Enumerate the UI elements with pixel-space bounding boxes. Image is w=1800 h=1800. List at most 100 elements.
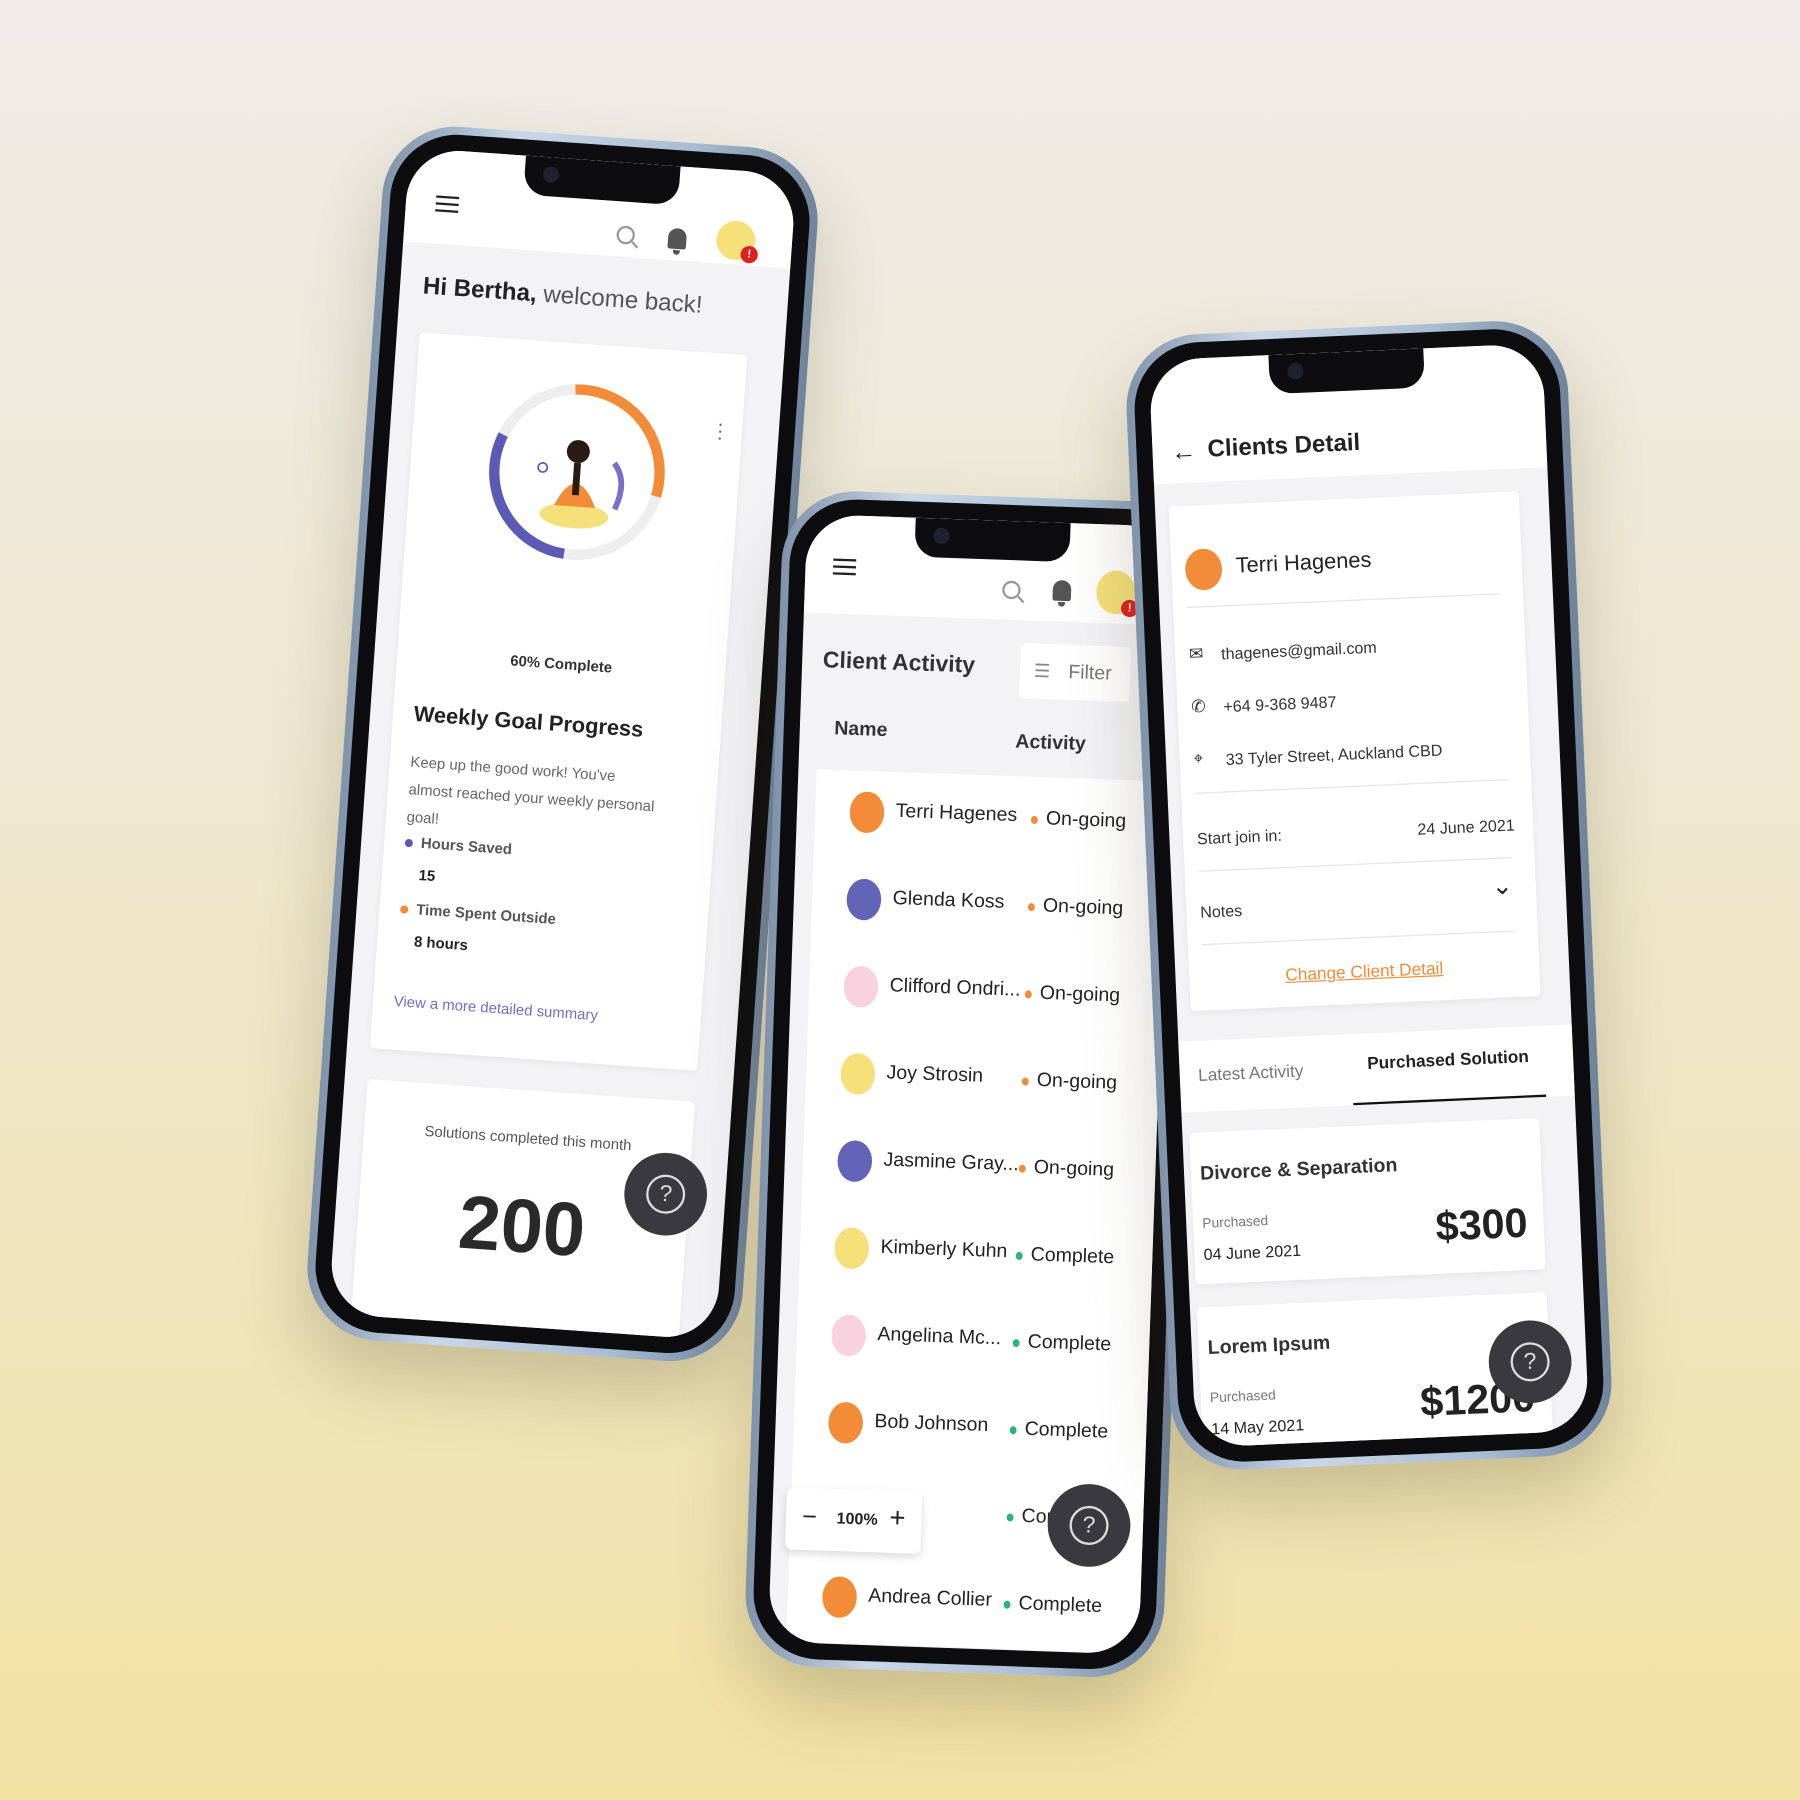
- status-label: Complete: [1030, 1243, 1115, 1268]
- filter-label: Filter: [1067, 660, 1113, 685]
- client-card: Terri Hagenes ✉ thagenes@gmail.com ✆ +64…: [1168, 491, 1541, 1012]
- client-row[interactable]: Terri Hagenes On-going: [813, 769, 1170, 869]
- status-dot: [1024, 990, 1032, 999]
- alert-badge: !: [740, 245, 759, 264]
- status-dot: [1012, 1338, 1020, 1348]
- bell-icon[interactable]: [667, 227, 688, 250]
- client-row[interactable]: Bob Johnson Complete: [792, 1379, 1148, 1480]
- client-avatar: [827, 1401, 864, 1444]
- weekly-goal-card: · · · 60% Complete Weekly Goal Progress Ke…: [369, 332, 748, 1071]
- avatar[interactable]: !: [1095, 569, 1139, 618]
- divider: [1198, 857, 1512, 872]
- notch: [1267, 348, 1425, 395]
- status-label: On-going: [1045, 807, 1127, 832]
- progress-donut: [489, 384, 665, 560]
- greeting-text: welcome back!: [535, 280, 704, 319]
- detail-screen: ← Clients Detail Terri Hagenes ✉ thagene…: [1148, 343, 1590, 1448]
- purchase-title: Divorce & Separation: [1199, 1153, 1398, 1185]
- search-icon[interactable]: [1001, 580, 1021, 600]
- status-label: Complete: [1027, 1330, 1112, 1356]
- client-name: Glenda Koss: [892, 886, 1005, 913]
- client-avatar: [849, 791, 885, 834]
- client-row[interactable]: Kimberly Kuhn Complete: [798, 1205, 1154, 1305]
- client-row[interactable]: Angelina Mc... Complete: [795, 1292, 1151, 1392]
- bezel: ! Client Activity ☰ Filter Name Activity…: [751, 497, 1195, 1672]
- tab-purchased-solution[interactable]: Purchased Solution: [1351, 1046, 1547, 1106]
- mail-icon: ✉: [1188, 644, 1204, 665]
- solutions-label: Solutions completed this month: [424, 1122, 633, 1154]
- help-icon: ?: [644, 1173, 687, 1216]
- client-row[interactable]: Jasmine Gray... On-going: [801, 1118, 1157, 1218]
- page-title: Client Activity: [822, 647, 976, 679]
- menu-icon[interactable]: [435, 195, 460, 213]
- greeting-name: Hi Bertha,: [422, 272, 538, 308]
- client-row[interactable]: Joy Strosin On-going: [804, 1030, 1160, 1131]
- column-header-name[interactable]: Name: [834, 717, 888, 742]
- client-name: Joy Strosin: [886, 1061, 984, 1087]
- purchase-card[interactable]: Divorce & Separation Purchased 04 June 2…: [1189, 1117, 1546, 1285]
- client-avatar: [839, 1052, 876, 1096]
- client-row[interactable]: Andrea Collier Complete: [786, 1554, 1142, 1654]
- bezel: ! Hi Bertha, welcome back! · · · 60% Compl…: [311, 130, 814, 1358]
- change-client-detail-link[interactable]: Change Client Detail: [1189, 955, 1540, 990]
- column-header-activity[interactable]: Activity: [1015, 730, 1086, 755]
- zoom-in-button[interactable]: +: [889, 1502, 906, 1535]
- chevron-down-icon[interactable]: ⌄: [1491, 871, 1513, 902]
- status-dot: [1021, 1077, 1029, 1086]
- search-icon[interactable]: [615, 225, 636, 245]
- card-title: Weekly Goal Progress: [412, 702, 645, 743]
- purchase-date: 14 May 2021: [1210, 1415, 1305, 1438]
- location-pin-icon: ⌖: [1193, 748, 1204, 769]
- phone-icon: ✆: [1190, 696, 1207, 718]
- client-email[interactable]: thagenes@gmail.com: [1221, 638, 1377, 663]
- status-label: On-going: [1033, 1155, 1115, 1181]
- bell-icon[interactable]: [1052, 579, 1072, 602]
- detailed-summary-link[interactable]: View a more detailed summary: [393, 992, 598, 1023]
- client-avatar: [821, 1575, 858, 1619]
- client-address: 33 Tyler Street, Auckland CBD: [1225, 740, 1443, 769]
- client-phone[interactable]: +64 9-368 9487: [1223, 692, 1337, 715]
- kebab-menu-icon[interactable]: · · ·: [716, 412, 725, 449]
- phone-client-activity: ! Client Activity ☰ Filter Name Activity…: [743, 488, 1203, 1680]
- page-title: Clients Detail: [1207, 429, 1361, 463]
- client-avatar: [846, 878, 882, 921]
- phone-client-detail: ← Clients Detail Terri Hagenes ✉ thagene…: [1123, 318, 1615, 1473]
- client-name: Kimberly Kuhn: [880, 1235, 1008, 1262]
- purchase-price: $300: [1434, 1198, 1529, 1250]
- greeting: Hi Bertha, welcome back!: [422, 273, 703, 320]
- stat-value: 8 hours: [413, 932, 469, 954]
- notes-label[interactable]: Notes: [1200, 901, 1243, 921]
- client-name: Angelina Mc...: [877, 1322, 1002, 1349]
- status-dot: [1006, 1513, 1014, 1522]
- dashboard-screen: ! Hi Bertha, welcome back! · · · 60% Compl…: [328, 147, 797, 1341]
- client-name: Jasmine Gray...: [883, 1148, 1020, 1175]
- client-name: Andrea Collier: [867, 1584, 993, 1611]
- client-name: Clifford Ondri...: [889, 973, 1021, 1001]
- avatar[interactable]: !: [714, 219, 759, 264]
- filter-button[interactable]: ☰ Filter: [1019, 643, 1132, 703]
- status-label: On-going: [1042, 894, 1124, 919]
- tab-latest-activity[interactable]: Latest Activity: [1198, 1061, 1304, 1085]
- client-row[interactable]: Clifford Ondri... On-going: [807, 943, 1163, 1044]
- divider: [1186, 593, 1501, 609]
- client-name: Terri Hagenes: [1235, 548, 1372, 579]
- zoom-level: 100%: [836, 1508, 879, 1529]
- status-dot: [1018, 1164, 1026, 1173]
- client-avatar: [830, 1314, 867, 1357]
- purchase-label: Purchased: [1201, 1212, 1269, 1232]
- client-name: Bob Johnson: [874, 1409, 989, 1436]
- zoom-out-button[interactable]: −: [802, 1502, 818, 1532]
- phone-dashboard: ! Hi Bertha, welcome back! · · · 60% Compl…: [302, 121, 823, 1367]
- back-arrow-icon[interactable]: ←: [1170, 436, 1197, 467]
- meditation-illustration-icon: [537, 440, 625, 529]
- zoom-control: − 100% +: [784, 1487, 923, 1554]
- progress-label: 60% Complete: [509, 651, 613, 676]
- client-avatar: [833, 1227, 870, 1270]
- status-dot: [1003, 1600, 1011, 1609]
- purchase-title: Lorem Ipsum: [1207, 1331, 1331, 1359]
- stat-label: Hours Saved: [420, 834, 513, 858]
- status-label: Complete: [1018, 1591, 1103, 1617]
- client-row[interactable]: Glenda Koss On-going: [810, 856, 1166, 956]
- menu-icon[interactable]: [832, 558, 857, 576]
- status-dot: [1015, 1251, 1023, 1261]
